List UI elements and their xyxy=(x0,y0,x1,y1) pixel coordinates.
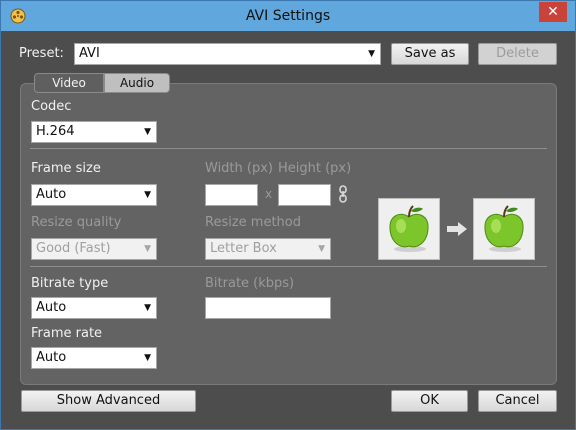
frame-size-label: Frame size xyxy=(31,161,101,176)
height-input[interactable] xyxy=(278,184,331,206)
arrow-right-icon xyxy=(447,222,467,236)
frame-rate-value: Auto xyxy=(36,350,67,365)
divider xyxy=(30,148,547,149)
divider xyxy=(30,266,547,267)
close-icon: ✕ xyxy=(547,4,559,20)
chevron-down-icon: ▼ xyxy=(144,303,151,313)
codec-value: H.264 xyxy=(36,124,75,139)
preset-select[interactable]: AVI ▼ xyxy=(74,43,381,65)
chevron-down-icon: ▼ xyxy=(144,127,151,137)
bitrate-type-select[interactable]: Auto ▼ xyxy=(31,297,157,319)
show-advanced-button[interactable]: Show Advanced xyxy=(21,390,196,412)
close-button[interactable]: ✕ xyxy=(539,2,567,22)
frame-rate-select[interactable]: Auto ▼ xyxy=(31,347,157,369)
resize-method-label: Resize method xyxy=(205,215,301,230)
frame-rate-label: Frame rate xyxy=(31,326,103,341)
avi-settings-window: AVI Settings ✕ Preset: AVI ▼ Save as Del… xyxy=(0,0,576,430)
chevron-down-icon: ▼ xyxy=(144,353,151,363)
chevron-down-icon: ▼ xyxy=(368,49,375,59)
resize-quality-label: Resize quality xyxy=(31,215,122,230)
chevron-down-icon: ▼ xyxy=(318,244,325,254)
ok-button[interactable]: OK xyxy=(391,390,468,412)
resize-method-value: Letter Box xyxy=(210,241,277,256)
width-input[interactable] xyxy=(205,184,258,206)
chevron-down-icon: ▼ xyxy=(144,190,151,200)
chevron-down-icon: ▼ xyxy=(144,244,151,254)
preset-label: Preset: xyxy=(19,46,64,61)
save-as-button[interactable]: Save as xyxy=(391,43,469,65)
frame-size-value: Auto xyxy=(36,187,67,202)
codec-select[interactable]: H.264 ▼ xyxy=(31,121,157,143)
resize-quality-select[interactable]: Good (Fast) ▼ xyxy=(31,238,157,260)
codec-label: Codec xyxy=(31,99,72,114)
height-label: Height (px) xyxy=(278,161,352,176)
resize-quality-value: Good (Fast) xyxy=(36,241,111,256)
green-apple-icon xyxy=(484,205,524,252)
width-label: Width (px) xyxy=(205,161,273,176)
chain-link-icon[interactable] xyxy=(338,185,348,203)
tab-video[interactable]: Video xyxy=(34,73,104,93)
title-bar[interactable]: AVI Settings ✕ xyxy=(1,1,575,31)
green-apple-icon xyxy=(389,205,429,252)
preset-value: AVI xyxy=(79,46,100,61)
bitrate-type-label: Bitrate type xyxy=(31,276,109,291)
bitrate-type-value: Auto xyxy=(36,300,67,315)
delete-button[interactable]: Delete xyxy=(478,43,557,65)
window-title: AVI Settings xyxy=(245,8,331,24)
output-preview xyxy=(473,198,535,260)
source-preview xyxy=(378,198,440,260)
resize-method-select[interactable]: Letter Box ▼ xyxy=(205,238,331,260)
cancel-button[interactable]: Cancel xyxy=(478,390,557,412)
bitrate-label: Bitrate (kbps) xyxy=(205,276,295,291)
tab-audio[interactable]: Audio xyxy=(104,73,170,93)
frame-size-select[interactable]: Auto ▼ xyxy=(31,184,157,206)
dimension-separator: x xyxy=(265,187,273,201)
bitrate-input[interactable] xyxy=(205,297,331,319)
